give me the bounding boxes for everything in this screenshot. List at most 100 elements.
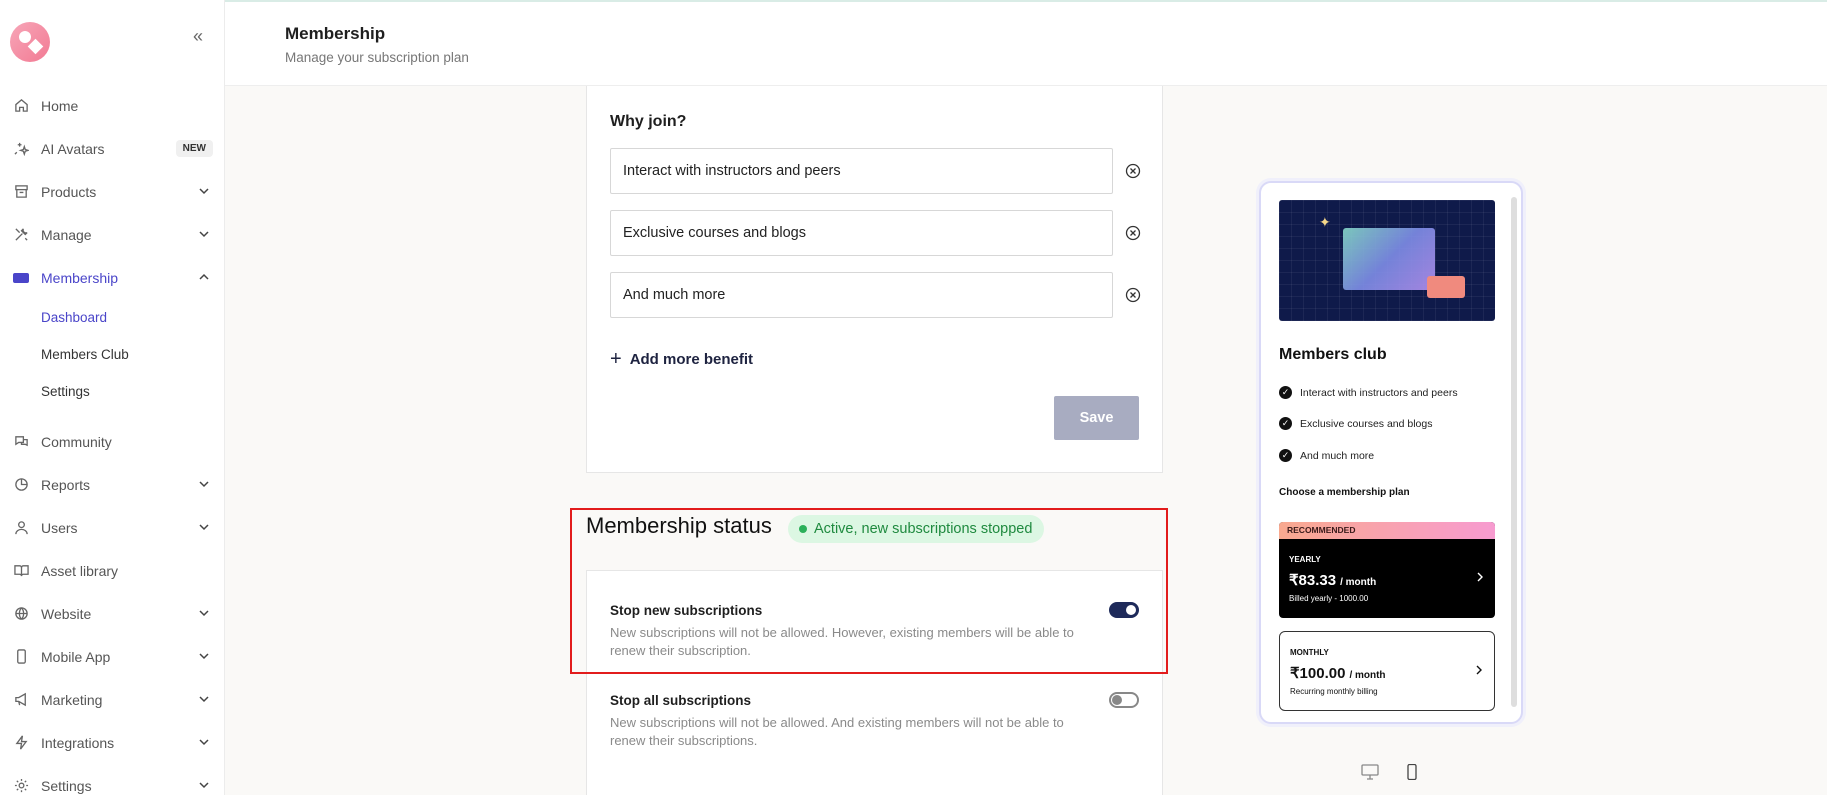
chevron-down-icon (199, 481, 209, 488)
sidebar-item-asset-library[interactable]: Asset library (0, 549, 225, 592)
sidebar-item-label: Products (41, 183, 97, 200)
sidebar-item-label: Reports (41, 476, 91, 493)
sidebar-subitem-dashboard[interactable]: Dashboard (0, 299, 225, 336)
sidebar-item-membership[interactable]: Membership (0, 256, 225, 299)
plan-price: ₹100.00/ month (1290, 664, 1386, 682)
sidebar-item-label: Mobile App (41, 648, 111, 665)
sidebar-item-home[interactable]: Home (0, 84, 225, 127)
plan-price-period: / month (1340, 577, 1377, 588)
benefits-card: Why join? Interact with instructors and … (586, 86, 1163, 473)
remove-circle-icon[interactable] (1125, 163, 1141, 179)
sidebar-item-community[interactable]: Community (0, 420, 225, 463)
sidebar-item-reports[interactable]: Reports (0, 463, 225, 506)
benefit-input[interactable]: And much more (610, 272, 1113, 318)
add-benefit-label: Add more benefit (629, 351, 754, 368)
mobile-preview: ✦ Members club ✓ Interact with instructo… (1259, 181, 1523, 724)
sidebar-item-marketing[interactable]: Marketing (0, 678, 225, 721)
check-circle-icon: ✓ (1279, 417, 1292, 430)
sidebar-item-label: Community (41, 433, 112, 450)
chevron-down-icon (199, 188, 209, 195)
chevron-down-icon (199, 524, 209, 531)
plan-price-value: ₹83.33 (1289, 572, 1337, 589)
option-description: New subscriptions will not be allowed. H… (610, 625, 1074, 658)
plan-note: Recurring monthly billing (1290, 687, 1378, 696)
sidebar-item-label: Settings (41, 777, 92, 794)
page-subtitle: Manage your subscription plan (285, 50, 469, 65)
megaphone-icon (13, 692, 29, 708)
toggle-knob (1112, 695, 1122, 705)
sidebar-item-products[interactable]: Products (0, 170, 225, 213)
sidebar-item-users[interactable]: Users (0, 506, 225, 549)
sidebar-item-label: Integrations (41, 734, 115, 751)
hero-image: ✦ (1279, 200, 1495, 321)
sidebar: « Home AI Avatars NEW Products Manage Me… (0, 0, 225, 795)
phone-icon (13, 649, 29, 665)
plan-price: ₹83.33/ month (1289, 571, 1376, 589)
option-description: New subscriptions will not be allowed. A… (610, 715, 1064, 748)
check-circle-icon: ✓ (1279, 449, 1292, 462)
plan-label: MONTHLY (1290, 648, 1329, 657)
sidebar-item-label: Home (41, 97, 79, 114)
add-benefit-button[interactable]: + Add more benefit (610, 348, 753, 371)
remove-circle-icon[interactable] (1125, 287, 1141, 303)
sidebar-item-label: Website (41, 605, 92, 622)
sidebar-item-mobile-app[interactable]: Mobile App (0, 635, 225, 678)
chat-icon (13, 434, 29, 450)
chevron-right-icon (1476, 665, 1482, 675)
sidebar-subitem-members-club[interactable]: Members Club (0, 336, 225, 373)
double-chevron-left-icon[interactable]: « (193, 26, 203, 47)
toggle-knob (1126, 605, 1136, 615)
sparkle-icon (13, 141, 29, 157)
desktop-icon[interactable] (1361, 764, 1379, 780)
chevron-up-icon (199, 273, 209, 280)
sidebar-item-label: Membership (41, 269, 119, 286)
preview-benefit: ✓ And much more (1279, 449, 1374, 462)
chevron-down-icon (199, 696, 209, 703)
home-icon (13, 98, 29, 114)
benefits-heading: Why join? (610, 113, 687, 130)
tools-icon (13, 227, 29, 243)
save-button[interactable]: Save (1054, 396, 1139, 440)
new-badge: NEW (175, 140, 213, 157)
pie-chart-icon (13, 477, 29, 493)
plan-note: Billed yearly - 1000.00 (1289, 594, 1369, 603)
sidebar-item-website[interactable]: Website (0, 592, 225, 635)
membership-status-title: Membership status (586, 513, 772, 538)
stop-all-subscriptions-toggle[interactable] (1109, 692, 1139, 708)
benefit-input[interactable]: Exclusive courses and blogs (610, 210, 1113, 256)
preview-benefit: ✓ Exclusive courses and blogs (1279, 417, 1433, 430)
preview-device-switcher (1361, 764, 1421, 780)
chevron-down-icon (199, 231, 209, 238)
sidebar-item-label: Manage (41, 226, 92, 243)
chevron-down-icon (199, 782, 209, 789)
plus-icon: + (610, 348, 622, 370)
recommended-badge: RECOMMENDED (1279, 522, 1495, 539)
sidebar-subitem-settings[interactable]: Settings (0, 373, 225, 410)
plan-label: YEARLY (1289, 555, 1321, 564)
sidebar-item-settings[interactable]: Settings (0, 764, 225, 795)
plan-price-period: / month (1349, 670, 1386, 681)
preview-title: Members club (1279, 346, 1387, 363)
video-screen-icon (1343, 228, 1435, 290)
sidebar-nav: Home AI Avatars NEW Products Manage Memb… (0, 84, 225, 795)
monthly-plan-card[interactable]: MONTHLY ₹100.00/ month Recurring monthly… (1279, 631, 1495, 711)
sidebar-item-ai-avatars[interactable]: AI Avatars NEW (0, 127, 225, 170)
status-badge: Active, new subscriptions stopped (788, 515, 1045, 543)
brand-logo[interactable] (10, 22, 50, 62)
preview-scrollbar[interactable] (1511, 197, 1517, 707)
benefit-input[interactable]: Interact with instructors and peers (610, 148, 1113, 194)
stop-new-subscriptions-toggle[interactable] (1109, 602, 1139, 618)
chevron-down-icon (199, 610, 209, 617)
page-header: Membership Manage your subscription plan (225, 2, 1827, 86)
preview-benefit-label: Exclusive courses and blogs (1300, 417, 1433, 430)
ticket-icon (13, 270, 29, 286)
mobile-icon[interactable] (1403, 764, 1421, 780)
sidebar-item-integrations[interactable]: Integrations (0, 721, 225, 764)
page-title: Membership (285, 24, 386, 43)
check-circle-icon: ✓ (1279, 386, 1292, 399)
yearly-plan-card[interactable]: RECOMMENDED YEARLY ₹83.33/ month Billed … (1279, 522, 1495, 618)
remove-circle-icon[interactable] (1125, 225, 1141, 241)
sidebar-item-manage[interactable]: Manage (0, 213, 225, 256)
box-icon (13, 184, 29, 200)
